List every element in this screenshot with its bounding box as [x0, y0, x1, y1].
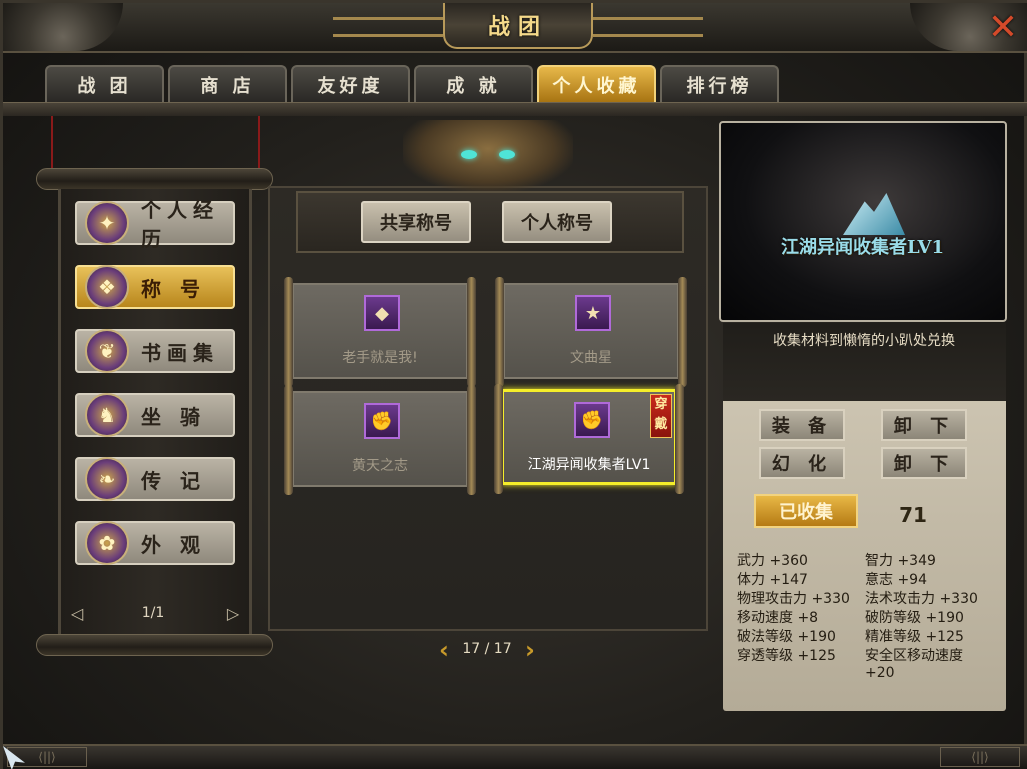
fist-icon: ✊	[364, 403, 400, 439]
equipped-badge: 穿戴	[650, 394, 672, 438]
bottom-frame	[3, 744, 1027, 769]
title-card-name: 老手就是我!	[342, 350, 418, 366]
title-ornament-right-icon	[593, 17, 703, 37]
stat-item: 法术攻击力 +330	[865, 591, 978, 607]
title-card-name: 黄天之志	[352, 458, 408, 474]
sidebar-item-label: 书画集	[141, 340, 219, 365]
mask-eye-right	[499, 150, 515, 159]
sidebar-next-button[interactable]: ▷	[221, 603, 245, 623]
close-button[interactable]: ✕	[984, 9, 1022, 47]
journey-icon: ✦	[85, 201, 129, 245]
stat-item: 移动速度 +8	[737, 610, 819, 626]
tab-ranking[interactable]: 排行榜	[660, 65, 779, 102]
scroll-rod-top	[36, 168, 273, 190]
main-tabs: 战 团 商 店 友好度 成 就 个人收藏 排行榜	[45, 65, 779, 102]
collected-label: 已收集	[754, 494, 858, 528]
close-icon: ✕	[987, 7, 1019, 48]
scroll-icon: ❦	[85, 329, 129, 373]
chevron-left-icon: ‹	[439, 636, 449, 664]
window-title-plate: 战团	[443, 3, 593, 49]
title-preview: 江湖异闻收集者LV1	[719, 121, 1007, 322]
page-next-button[interactable]: ›	[521, 637, 539, 663]
book-icon: ❧	[85, 457, 129, 501]
fist-icon: ✊	[574, 402, 610, 438]
stat-item: 意志 +94	[865, 572, 927, 588]
title-card-selected[interactable]: ✊ 穿戴 江湖异闻收集者LV1	[494, 384, 684, 494]
transform-button[interactable]: 幻 化	[759, 447, 845, 479]
stat-item: 智力 +349	[865, 553, 936, 569]
page-navigation: ‹ 17 / 17 ›	[435, 635, 539, 665]
title-card[interactable]: ✊ 黄天之志	[284, 385, 476, 495]
title-icon: ❖	[85, 265, 129, 309]
chevron-right-icon: ›	[525, 636, 535, 664]
hanging-string-left	[51, 116, 53, 171]
equip-button[interactable]: 装 备	[759, 409, 845, 441]
tab-shop[interactable]: 商 店	[168, 65, 287, 102]
scroll-rod-bottom	[36, 634, 273, 656]
window-title: 战团	[487, 15, 548, 40]
unequip-transform-button[interactable]: 卸 下	[881, 447, 967, 479]
sidebar-item-label: 个人经历	[141, 198, 219, 251]
stat-item: 物理攻击力 +330	[737, 591, 850, 607]
subtab-personal-titles[interactable]: 个人称号	[502, 201, 612, 243]
sidebar-page-indicator: 1/1	[141, 605, 165, 621]
collected-count: 71	[899, 503, 927, 527]
title-ornament-left-icon	[333, 17, 443, 37]
title-bar: 战团 ✕	[3, 3, 1027, 53]
sidebar-item-appearance[interactable]: ✿ 外 观	[75, 521, 235, 565]
title-description: 收集材料到懒惰的小趴处兑换	[773, 333, 955, 349]
subtab-bar	[296, 191, 684, 253]
bottom-ornament-left-icon: ⟨||⟩	[7, 747, 87, 767]
preview-title: 江湖异闻收集者LV1	[781, 237, 945, 258]
mount-icon: ♞	[85, 393, 129, 437]
stat-item: 武力 +360	[737, 553, 808, 569]
title-card-name: 江湖异闻收集者LV1	[527, 457, 651, 473]
sidebar-prev-button[interactable]: ◁	[65, 603, 89, 623]
stat-item: 精准等级 +125	[865, 629, 964, 645]
tab-achievement[interactable]: 成 就	[414, 65, 533, 102]
page-indicator: 17 / 17	[462, 641, 512, 657]
sidebar-item-label: 称 号	[141, 276, 206, 301]
appearance-icon: ✿	[85, 521, 129, 565]
sidebar-item-mounts[interactable]: ♞ 坐 骑	[75, 393, 235, 437]
bottom-ornament-right-icon: ⟨||⟩	[940, 747, 1020, 767]
stat-item: 安全区移动速度 +20	[865, 648, 963, 681]
title-card[interactable]: ◆ 老手就是我!	[284, 277, 476, 387]
title-card[interactable]: ★ 文曲星	[495, 277, 687, 387]
sidebar-item-biography[interactable]: ❧ 传 记	[75, 457, 235, 501]
tab-team[interactable]: 战 团	[45, 65, 164, 102]
sidebar-item-label: 传 记	[141, 468, 206, 493]
stone-icon: ◆	[364, 295, 400, 331]
stat-item: 破法等级 +190	[737, 629, 836, 645]
tab-collection[interactable]: 个人收藏	[537, 65, 656, 102]
star-badge-icon: ★	[575, 295, 611, 331]
tab-friendship[interactable]: 友好度	[291, 65, 410, 102]
tab-strip	[3, 102, 1027, 116]
page-prev-button[interactable]: ‹	[435, 637, 453, 663]
hanging-string-right	[258, 116, 260, 171]
corner-ornament-left-icon	[3, 3, 123, 51]
mask-eye-left	[461, 150, 477, 159]
sidebar-item-label: 坐 骑	[141, 404, 206, 429]
stat-item: 穿透等级 +125	[737, 648, 836, 664]
sidebar-item-experience[interactable]: ✦ 个人经历	[75, 198, 235, 251]
sidebar-item-label: 外 观	[141, 532, 206, 557]
prev-icon: ◁	[70, 603, 84, 623]
sidebar-item-paintings[interactable]: ❦ 书画集	[75, 329, 235, 373]
title-card-name: 文曲星	[570, 350, 612, 366]
next-icon: ▷	[226, 603, 240, 623]
sidebar-item-titles[interactable]: ❖ 称 号	[75, 265, 235, 309]
game-window: 战团 ✕ 战 团 商 店 友好度 成 就 个人收藏 排行榜 ✦ 个人经历 ❖ 称…	[0, 0, 1027, 769]
subtab-shared-titles[interactable]: 共享称号	[361, 201, 471, 243]
mountain-icon	[843, 193, 905, 235]
beast-mask-icon	[403, 120, 573, 192]
stat-item: 破防等级 +190	[865, 610, 964, 626]
unequip-button[interactable]: 卸 下	[881, 409, 967, 441]
stat-item: 体力 +147	[737, 572, 808, 588]
